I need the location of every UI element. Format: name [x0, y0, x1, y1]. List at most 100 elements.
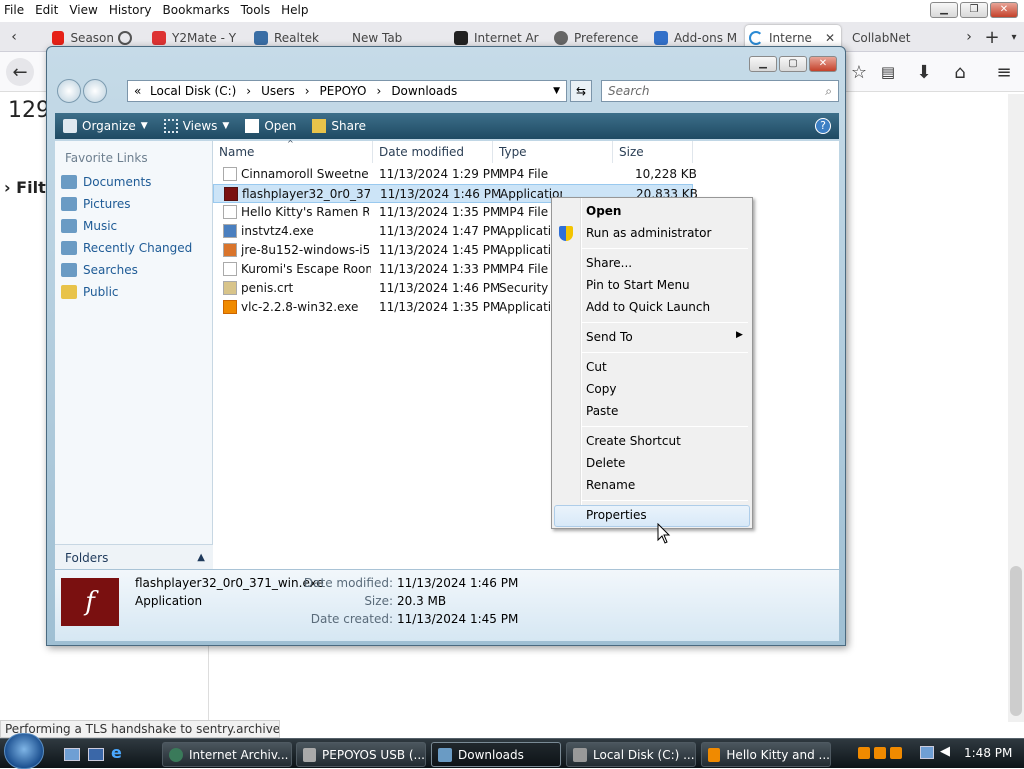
volume-icon[interactable]: ◀	[940, 744, 950, 759]
menu-run-as-admin[interactable]: Run as administrator	[586, 226, 711, 240]
explorer-close-button[interactable]: ✕	[809, 56, 837, 72]
menu-rename[interactable]: Rename	[586, 478, 635, 492]
organize-button[interactable]: Organize ▼	[55, 113, 156, 139]
column-header-name[interactable]: Name ^	[213, 139, 373, 163]
taskbar-button-downloads[interactable]: Downloads	[431, 742, 561, 767]
back-arrow-icon[interactable]: ←	[6, 58, 34, 86]
menu-file[interactable]: File	[4, 3, 24, 17]
explorer-forward-icon[interactable]	[83, 79, 107, 103]
searches-icon	[61, 263, 77, 277]
address-dropdown-icon[interactable]: ▼	[553, 86, 560, 96]
menu-cut[interactable]: Cut	[586, 360, 607, 374]
menu-separator	[582, 248, 748, 249]
favorite-public[interactable]: Public	[61, 281, 212, 303]
share-button[interactable]: Share	[304, 113, 374, 139]
realtek-icon	[254, 31, 268, 45]
explorer-address-area: « Local Disk (C:) › Users › PEPOYO › Downlo…	[53, 79, 839, 107]
menu-pin-start[interactable]: Pin to Start Menu	[586, 278, 690, 292]
breadcrumb-users[interactable]: Users	[261, 84, 295, 98]
tray-vlc-icon-3[interactable]	[890, 747, 902, 759]
explorer-back-icon[interactable]	[57, 79, 81, 103]
page-scrollbar[interactable]	[1008, 94, 1024, 722]
mouse-cursor-icon	[657, 523, 671, 544]
views-button[interactable]: Views ▼	[156, 113, 238, 139]
taskbar-button-internet-archive[interactable]: Internet Archiv...	[162, 742, 292, 767]
chevron-up-icon: ▲	[197, 552, 205, 563]
switch-windows-icon[interactable]	[88, 748, 104, 761]
column-header-date[interactable]: Date modified	[373, 141, 493, 163]
menu-edit[interactable]: Edit	[35, 3, 58, 17]
menu-tools[interactable]: Tools	[241, 3, 271, 17]
file-row[interactable]: Cinnamoroll Sweetnes... 11/13/2024 1:29 P…	[213, 165, 697, 184]
menu-help[interactable]: Help	[281, 3, 308, 17]
menu-properties[interactable]: Properties	[586, 508, 647, 522]
help-icon[interactable]: ?	[815, 118, 831, 134]
tray-vlc-icon[interactable]	[858, 747, 870, 759]
minimize-button[interactable]: ▁	[930, 2, 958, 18]
menu-bookmarks[interactable]: Bookmarks	[163, 3, 230, 17]
file-type: MP4 File	[499, 205, 549, 219]
close-tab-icon[interactable]: ✕	[825, 31, 835, 45]
clock[interactable]: 1:48 PM	[964, 746, 1012, 760]
restore-button[interactable]: ❐	[960, 2, 988, 18]
menu-open[interactable]: Open	[586, 204, 621, 218]
file-type: Security C	[499, 281, 551, 295]
search-input[interactable]: Search ⌕	[601, 80, 839, 102]
menu-send-to[interactable]: Send To	[586, 330, 633, 344]
bookmarks-library-icon[interactable]: ▤	[874, 58, 902, 86]
show-desktop-icon[interactable]	[64, 748, 80, 761]
taskbar-label: Downloads	[458, 747, 524, 762]
column-header-size[interactable]: Size	[613, 141, 693, 163]
details-filetype: Application	[135, 594, 203, 608]
link-label: Recently Changed	[83, 241, 193, 255]
details-size-label: Size:	[364, 594, 393, 608]
refresh-icon[interactable]: ⇆	[570, 80, 592, 102]
folders-toggle[interactable]: Folders ▲	[55, 544, 213, 570]
menu-separator	[582, 322, 748, 323]
breadcrumb-downloads[interactable]: Downloads	[391, 84, 457, 98]
favorite-pictures[interactable]: Pictures	[61, 193, 212, 215]
address-bar[interactable]: « Local Disk (C:) › Users › PEPOYO › Downlo…	[127, 80, 567, 102]
bookmark-star-icon[interactable]: ☆	[845, 58, 873, 86]
tab-collabnet[interactable]: CollabNet	[848, 25, 940, 51]
menu-history[interactable]: History	[109, 3, 152, 17]
tabs-scroll-left-icon[interactable]: ‹	[0, 23, 28, 51]
menu-copy[interactable]: Copy	[586, 382, 616, 396]
hamburger-menu-icon[interactable]: ≡	[990, 58, 1018, 86]
taskbar-button-local-disk[interactable]: Local Disk (C:) ...	[566, 742, 696, 767]
download-arrow-icon[interactable]: ⬇	[910, 58, 938, 86]
open-button[interactable]: Open	[237, 113, 304, 139]
taskbar-button-usb[interactable]: PEPOYOS USB (...	[296, 742, 426, 767]
archive-icon	[454, 31, 468, 45]
internet-explorer-icon[interactable]: e	[111, 745, 127, 761]
column-header-type[interactable]: Type	[493, 141, 613, 163]
menu-quick-launch[interactable]: Add to Quick Launch	[586, 300, 710, 314]
breadcrumb-pepoyo[interactable]: PEPOYO	[320, 84, 367, 98]
recent-icon	[61, 241, 77, 255]
favorite-documents[interactable]: Documents	[61, 171, 212, 193]
favorite-searches[interactable]: Searches	[61, 259, 212, 281]
network-icon[interactable]	[920, 746, 934, 759]
home-icon[interactable]: ⌂	[946, 58, 974, 86]
details-date-created-label: Date created:	[310, 612, 393, 626]
menu-view[interactable]: View	[69, 3, 97, 17]
start-orb-icon[interactable]	[4, 733, 44, 769]
menu-create-shortcut[interactable]: Create Shortcut	[586, 434, 681, 448]
close-button[interactable]: ✕	[990, 2, 1018, 18]
explorer-minimize-button[interactable]: ▁	[749, 56, 777, 72]
search-icon[interactable]: ⌕	[825, 81, 832, 101]
favorite-recently-changed[interactable]: Recently Changed	[61, 237, 212, 259]
taskbar-button-hello-kitty[interactable]: Hello Kitty and ...	[701, 742, 831, 767]
organize-label: Organize	[82, 119, 136, 133]
menu-delete[interactable]: Delete	[586, 456, 625, 470]
scrollbar-thumb[interactable]	[1010, 566, 1022, 716]
column-date-label: Date modified	[379, 145, 465, 159]
tab-list-chevron-icon[interactable]: ▾	[1000, 23, 1024, 51]
search-placeholder: Search	[608, 84, 650, 98]
favorite-music[interactable]: Music	[61, 215, 212, 237]
explorer-maximize-button[interactable]: ▢	[779, 56, 807, 72]
breadcrumb-local-disk[interactable]: Local Disk (C:)	[150, 84, 236, 98]
menu-share[interactable]: Share...	[586, 256, 632, 270]
tray-vlc-icon-2[interactable]	[874, 747, 886, 759]
menu-paste[interactable]: Paste	[586, 404, 618, 418]
